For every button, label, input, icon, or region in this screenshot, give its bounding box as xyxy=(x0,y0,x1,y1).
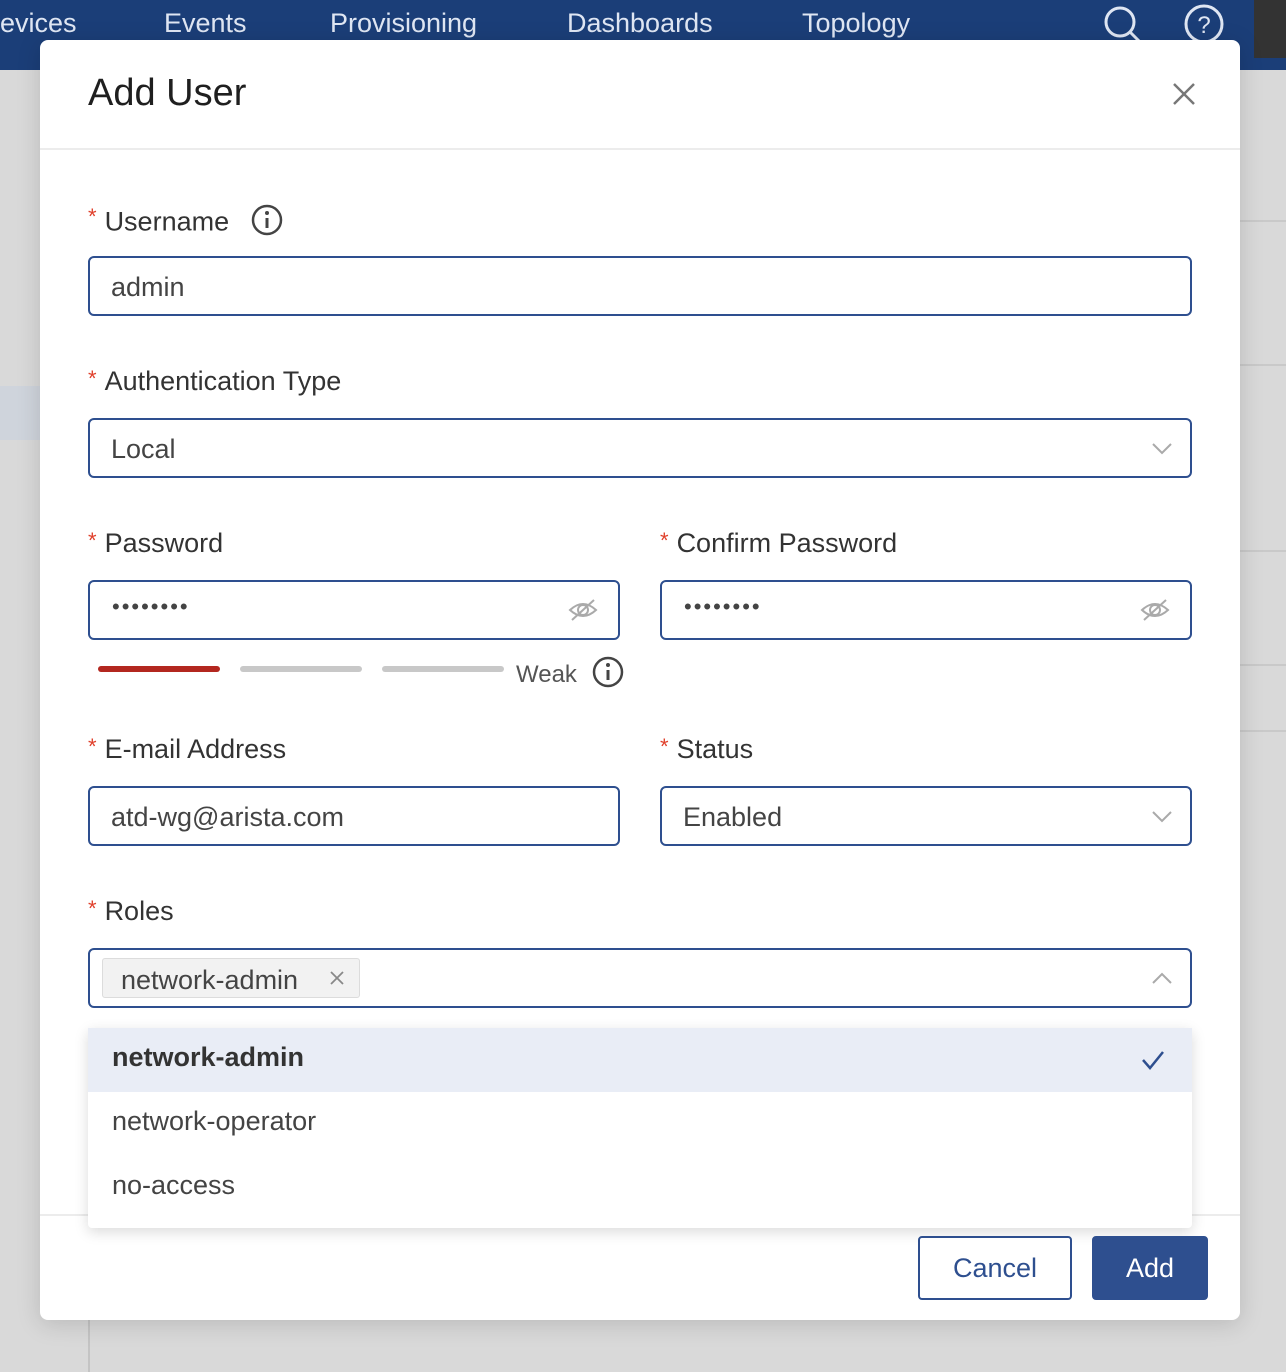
info-icon[interactable] xyxy=(251,204,283,243)
roles-label: * Roles xyxy=(88,896,174,926)
dropdown-option-network-admin[interactable]: network-admin xyxy=(88,1028,1192,1092)
chevron-down-icon xyxy=(1150,806,1174,831)
roles-multiselect[interactable]: network-admin xyxy=(88,948,1192,1008)
nav-item-provisioning[interactable]: Provisioning xyxy=(330,8,477,39)
background-divider xyxy=(1240,220,1286,222)
password-label: * Password xyxy=(88,528,224,558)
email-field[interactable]: atd-wg@arista.com xyxy=(88,786,620,846)
background-divider xyxy=(1240,364,1286,366)
email-label: * E-mail Address xyxy=(88,734,287,764)
chevron-down-icon xyxy=(1150,438,1174,463)
nav-item-events[interactable]: Events xyxy=(164,8,247,39)
required-marker: * xyxy=(88,204,97,229)
nav-item-dashboards[interactable]: Dashboards xyxy=(567,8,713,39)
status-label: * Status xyxy=(660,734,754,764)
role-tag: network-admin xyxy=(102,958,360,998)
strength-bar-3 xyxy=(382,666,504,672)
cancel-button[interactable]: Cancel xyxy=(918,1236,1072,1300)
avatar[interactable] xyxy=(1254,0,1286,58)
background-divider xyxy=(1240,664,1286,666)
close-icon[interactable] xyxy=(1168,78,1200,110)
status-select[interactable]: Enabled xyxy=(660,786,1192,846)
username-input[interactable]: admin xyxy=(88,256,1192,316)
remove-tag-icon[interactable] xyxy=(329,970,345,991)
check-icon xyxy=(1140,1048,1166,1077)
auth-type-label: * Authentication Type xyxy=(88,366,342,396)
dropdown-option-network-operator[interactable]: network-operator xyxy=(88,1092,1192,1156)
background-divider xyxy=(1240,550,1286,552)
confirm-password-label: * Confirm Password xyxy=(660,528,898,558)
background-divider xyxy=(88,1320,90,1372)
svg-text:?: ? xyxy=(1197,12,1210,39)
strength-bar-2 xyxy=(240,666,362,672)
strength-bar-1 xyxy=(98,666,220,672)
background-row-highlight xyxy=(0,386,40,440)
username-label: * Username xyxy=(88,204,283,243)
add-button[interactable]: Add xyxy=(1092,1236,1208,1300)
info-icon[interactable] xyxy=(592,656,624,695)
nav-item-devices[interactable]: evices xyxy=(0,8,77,39)
password-input[interactable]: •••••••• xyxy=(88,580,620,640)
eye-hidden-icon[interactable] xyxy=(1140,596,1170,629)
password-strength-label: Weak xyxy=(516,656,624,695)
auth-type-select[interactable]: Local xyxy=(88,418,1192,478)
chevron-up-icon xyxy=(1150,968,1174,993)
dropdown-option-no-access[interactable]: no-access xyxy=(88,1156,1192,1220)
add-user-dialog: Add User * Username admin * Authentication… xyxy=(40,40,1240,1320)
confirm-password-input[interactable]: •••••••• xyxy=(660,580,1192,640)
dialog-header: Add User xyxy=(40,40,1240,150)
dialog-title: Add User xyxy=(88,72,247,114)
nav-item-topology[interactable]: Topology xyxy=(802,8,910,39)
eye-hidden-icon[interactable] xyxy=(568,596,598,629)
roles-dropdown: network-admin network-operator no-access xyxy=(88,1028,1192,1228)
background-divider xyxy=(1240,730,1286,732)
